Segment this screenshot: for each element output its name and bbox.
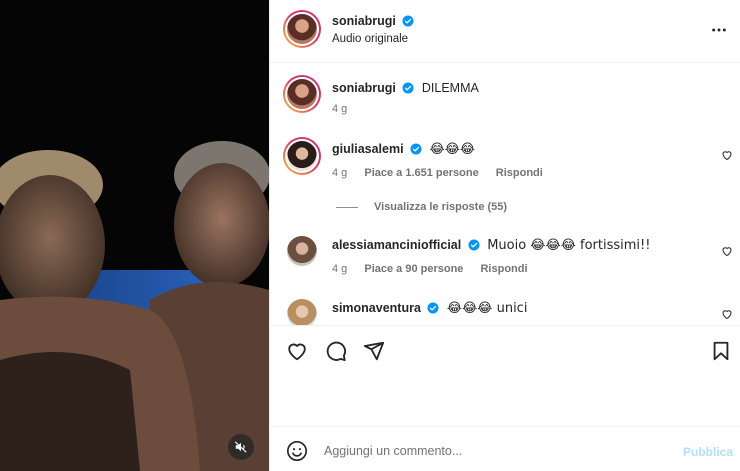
comment-icon <box>326 341 346 362</box>
muted-speaker-icon <box>234 441 247 453</box>
reply-button[interactable]: Rispondi <box>480 263 527 275</box>
comment-likes[interactable]: Piace a 1.651 persone <box>364 167 478 179</box>
save-button[interactable] <box>711 340 731 365</box>
comment-text: 😂😂😂 unici <box>446 301 528 316</box>
emoji-button[interactable] <box>286 440 308 465</box>
comment-item: simonaventura 😂😂😂 unici <box>270 296 740 325</box>
post-panel: soniabrugi Audio originale soniabrugi DI… <box>269 0 740 471</box>
share-button[interactable] <box>363 340 385 365</box>
caption-username[interactable]: soniabrugi <box>332 81 396 95</box>
post-header: soniabrugi Audio originale <box>270 0 740 63</box>
commenter-avatar[interactable] <box>283 137 321 175</box>
emoji-icon <box>287 441 307 461</box>
post-caption: soniabrugi DILEMMA 4 g <box>270 73 740 123</box>
comment-item: giuliasalemi 😂😂😂 4 g Piace a 1.651 perso… <box>270 135 740 225</box>
comment-text: Muoio 😂😂😂 fortissimi!! <box>487 238 651 253</box>
comment-input[interactable]: Aggiungi un commento... <box>324 444 462 458</box>
view-replies-label: Visualizza le risposte (55) <box>374 201 508 213</box>
commenter-avatar[interactable] <box>287 236 317 266</box>
commenter-username[interactable]: giuliasalemi <box>332 142 404 156</box>
verified-badge-icon <box>468 239 480 251</box>
more-options-button[interactable] <box>711 22 727 41</box>
verified-badge-icon <box>402 15 414 27</box>
view-replies-button[interactable]: Visualizza le risposte (55) <box>336 201 507 213</box>
caption-text: DILEMMA <box>421 81 479 95</box>
replies-divider <box>336 206 358 208</box>
commenter-username[interactable]: simonaventura <box>332 301 421 315</box>
comment-likes[interactable]: Piace a 90 persone <box>364 263 463 275</box>
post-actions <box>270 325 740 375</box>
commenter-username[interactable]: alessiamanciniofficial <box>332 238 461 252</box>
reply-button[interactable]: Rispondi <box>496 167 543 179</box>
caption-age[interactable]: 4 g <box>332 103 347 115</box>
video-player[interactable] <box>0 0 269 471</box>
comment-composer: Aggiungi un commento... Pubblica <box>270 426 740 471</box>
comment-age[interactable]: 4 g <box>332 263 347 275</box>
bookmark-icon <box>713 341 729 361</box>
verified-badge-icon <box>402 82 414 94</box>
like-button[interactable] <box>286 340 308 365</box>
heart-icon <box>288 343 306 361</box>
video-frame <box>0 0 269 471</box>
comment-button[interactable] <box>325 340 347 365</box>
publish-button[interactable]: Pubblica <box>683 445 733 459</box>
more-icon <box>712 28 726 32</box>
commenter-avatar[interactable] <box>287 299 317 325</box>
author-avatar[interactable] <box>283 10 321 48</box>
author-username[interactable]: soniabrugi <box>332 14 396 28</box>
comment-text: 😂😂😂 <box>429 142 476 157</box>
comment-like-icon[interactable] <box>721 308 733 320</box>
verified-badge-icon <box>427 302 439 314</box>
comment-like-icon[interactable] <box>721 149 733 161</box>
caption-avatar[interactable] <box>283 75 321 113</box>
comment-age[interactable]: 4 g <box>332 167 347 179</box>
audio-label[interactable]: Audio originale <box>332 33 408 45</box>
mute-button[interactable] <box>228 434 254 460</box>
comment-item: alessiamanciniofficial Muoio 😂😂😂 fortiss… <box>270 232 740 292</box>
verified-badge-icon <box>410 143 422 155</box>
comment-like-icon[interactable] <box>721 245 733 257</box>
share-icon <box>363 341 385 361</box>
